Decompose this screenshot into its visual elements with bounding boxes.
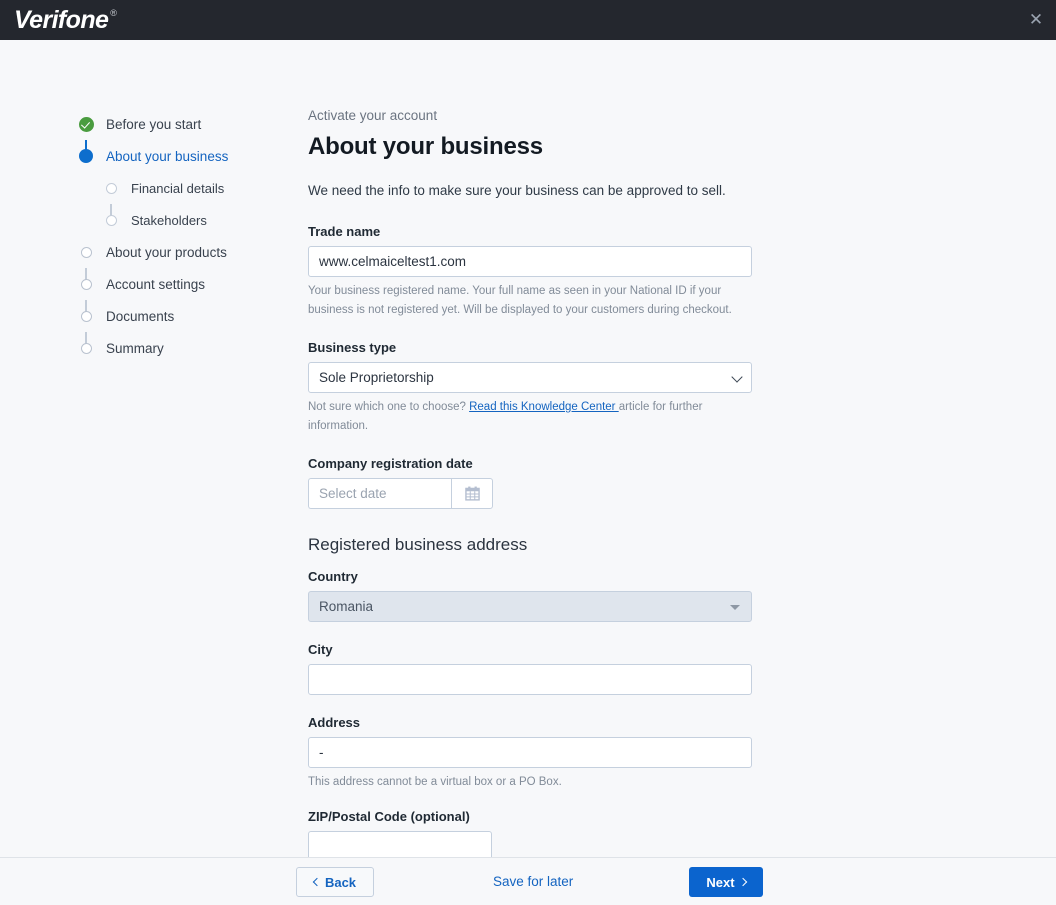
- logo-text: Verifone: [14, 8, 108, 33]
- trade-name-field: Trade name Your business registered name…: [308, 224, 768, 320]
- business-type-hint-before: Not sure which one to choose?: [308, 401, 469, 413]
- sidebar-item-about-your-business[interactable]: About your business: [78, 140, 298, 172]
- step-label: Stakeholders: [131, 213, 207, 228]
- city-label: City: [308, 642, 768, 657]
- sidebar-item-before-you-start[interactable]: Before you start: [78, 108, 298, 140]
- sidebar-item-stakeholders[interactable]: Stakeholders: [103, 204, 298, 236]
- step-label: Documents: [106, 309, 174, 324]
- business-form: Activate your account About your busines…: [308, 108, 768, 862]
- step-label: About your products: [106, 245, 227, 260]
- progress-stepper: Before you start About your business Fin…: [78, 108, 298, 364]
- calendar-icon[interactable]: [451, 478, 493, 509]
- step-marker-todo: [78, 247, 94, 258]
- registration-date-field: Company registration date: [308, 456, 768, 509]
- back-button[interactable]: Back: [296, 867, 374, 897]
- verifone-logo: Verifone ®: [14, 8, 116, 33]
- country-field: Country: [308, 569, 768, 622]
- next-button[interactable]: Next: [689, 867, 763, 897]
- business-type-label: Business type: [308, 340, 768, 355]
- business-type-select-wrap: Sole Proprietorship: [308, 362, 752, 393]
- address-field: Address This address cannot be a virtual…: [308, 715, 768, 792]
- sidebar-item-account-settings[interactable]: Account settings: [78, 268, 298, 300]
- address-section-title: Registered business address: [308, 535, 768, 555]
- close-icon[interactable]: ✕: [1024, 9, 1048, 31]
- registration-date-row: [308, 478, 493, 509]
- step-marker-todo: [103, 215, 119, 226]
- step-label: About your business: [106, 149, 228, 164]
- country-select-wrap: [308, 591, 752, 622]
- sidebar-item-summary[interactable]: Summary: [78, 332, 298, 364]
- step-marker-done: [78, 117, 94, 132]
- trade-name-hint: Your business registered name. Your full…: [308, 282, 756, 320]
- sidebar-item-about-your-products[interactable]: About your products: [78, 236, 298, 268]
- address-label: Address: [308, 715, 768, 730]
- page-description: We need the info to make sure your busin…: [308, 183, 768, 198]
- step-label: Financial details: [131, 181, 224, 196]
- footer-action-bar: Back Save for later Next: [0, 857, 1056, 905]
- trade-name-input[interactable]: [308, 246, 752, 277]
- step-label: Summary: [106, 341, 164, 356]
- step-label: Account settings: [106, 277, 205, 292]
- logo-registered-mark: ®: [110, 9, 116, 18]
- step-marker-todo: [78, 279, 94, 290]
- registration-date-input[interactable]: [308, 478, 451, 509]
- city-field: City: [308, 642, 768, 695]
- step-label: Before you start: [106, 117, 201, 132]
- breadcrumb: Activate your account: [308, 108, 768, 123]
- country-select: [308, 591, 752, 622]
- business-type-select[interactable]: Sole Proprietorship: [308, 362, 752, 393]
- step-marker-todo: [103, 183, 119, 194]
- business-type-field: Business type Sole Proprietorship Not su…: [308, 340, 768, 436]
- step-marker-todo: [78, 311, 94, 322]
- address-input[interactable]: [308, 737, 752, 768]
- page-title: About your business: [308, 133, 768, 161]
- country-label: Country: [308, 569, 768, 584]
- page-body: Before you start About your business Fin…: [0, 40, 1056, 857]
- back-button-label: Back: [325, 875, 356, 890]
- save-for-later-link[interactable]: Save for later: [493, 874, 573, 889]
- trade-name-label: Trade name: [308, 224, 768, 239]
- chevron-left-icon: [313, 878, 321, 886]
- city-input[interactable]: [308, 664, 752, 695]
- step-marker-todo: [78, 343, 94, 354]
- address-hint: This address cannot be a virtual box or …: [308, 773, 756, 792]
- registration-date-label: Company registration date: [308, 456, 768, 471]
- next-button-label: Next: [706, 875, 734, 890]
- step-marker-active: [78, 149, 94, 163]
- sidebar-item-financial-details[interactable]: Financial details: [103, 172, 298, 204]
- zip-field: ZIP/Postal Code (optional): [308, 809, 768, 862]
- business-type-hint: Not sure which one to choose? Read this …: [308, 398, 756, 436]
- knowledge-center-link[interactable]: Read this Knowledge Center: [469, 401, 619, 413]
- app-header: Verifone ® ✕: [0, 0, 1056, 40]
- chevron-right-icon: [738, 878, 746, 886]
- sidebar-item-documents[interactable]: Documents: [78, 300, 298, 332]
- zip-label: ZIP/Postal Code (optional): [308, 809, 768, 824]
